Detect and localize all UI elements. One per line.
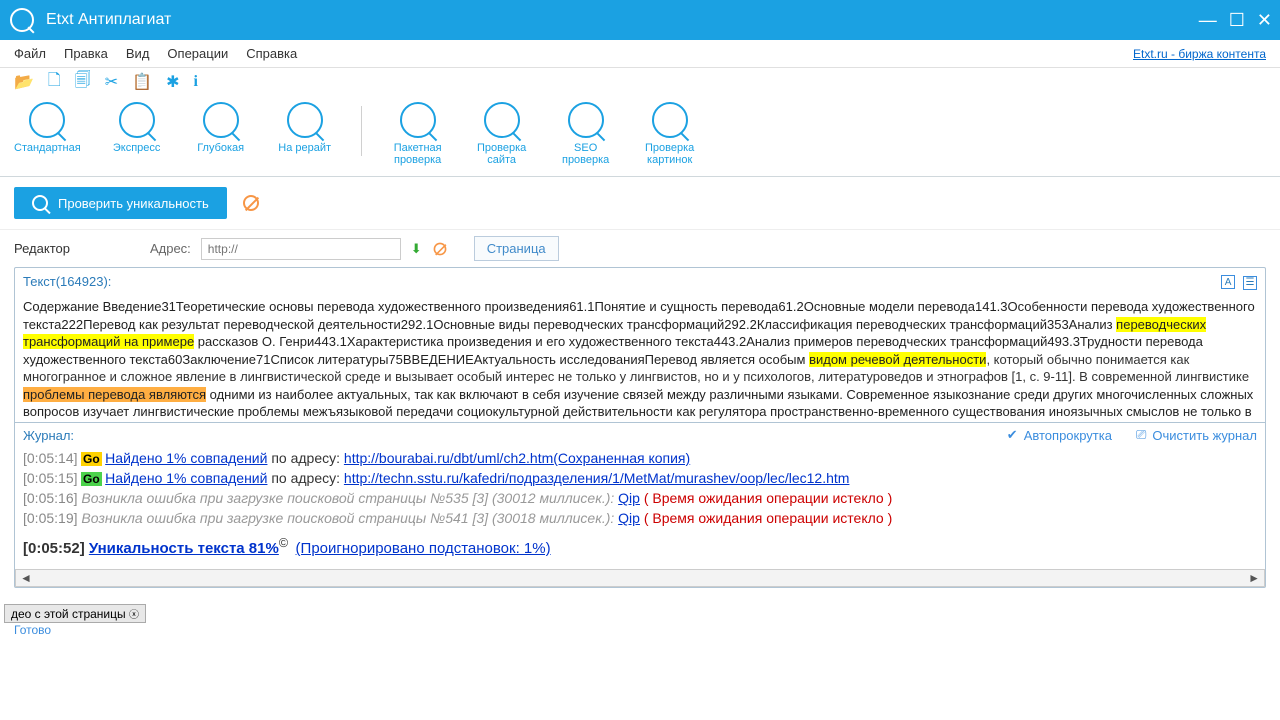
stop-icon-small[interactable] — [433, 242, 446, 255]
magnifier-icon — [400, 102, 436, 138]
app-logo-icon — [10, 8, 34, 32]
magnifier-icon — [568, 102, 604, 138]
magnifier-icon — [119, 102, 155, 138]
log-row: [0:05:15] Go Найдено 1% совпадений по ад… — [23, 469, 1257, 489]
menubar: Файл Правка Вид Операции Справка Etxt.ru… — [0, 40, 1280, 68]
toolbar-big: Стандартная Экспресс Глубокая На рерайт … — [0, 96, 1280, 177]
new-doc-icon[interactable]: 🗋 — [48, 69, 61, 96]
tool-a-icon[interactable]: A — [1221, 275, 1235, 289]
check-standard-button[interactable]: Стандартная — [14, 102, 81, 154]
check-seo-button[interactable]: SEO проверка — [558, 102, 614, 166]
magnifier-icon — [29, 102, 65, 138]
page-tag[interactable]: део с этой страницы ⓧ — [4, 604, 146, 623]
bottombar: део с этой страницы ⓧ Готово — [0, 604, 1280, 637]
uniqueness-result[interactable]: Уникальность текста 81% — [89, 540, 279, 557]
menu-file[interactable]: Файл — [14, 46, 46, 61]
ignored-link[interactable]: (Проигнорировано подстановок: 1%) — [296, 540, 551, 557]
titlebar: Etxt Антиплагиат — ☐ ✕ — [0, 0, 1280, 40]
scroll-left-icon: ◄ — [20, 571, 32, 585]
scroll-right-icon: ► — [1248, 571, 1260, 585]
journal-header: Журнал: ✔Автопрокрутка ⎚Очистить журнал — [15, 422, 1265, 447]
tool-list-icon[interactable]: ☰ — [1243, 276, 1257, 290]
app-title: Etxt Антиплагиат — [46, 11, 171, 29]
addressbar: Редактор Адрес: ⬇ Страница — [0, 230, 1280, 267]
copy-icon[interactable]: 🗐 — [75, 69, 91, 96]
check-site-button[interactable]: Проверка сайта — [474, 102, 530, 166]
magnifier-icon — [484, 102, 520, 138]
check-deep-button[interactable]: Глубокая — [193, 102, 249, 154]
text-panel: Текст(164923): A ☰ Содержание Введение31… — [14, 267, 1266, 588]
stop-icon[interactable] — [243, 195, 259, 211]
download-icon[interactable]: ⬇ — [411, 241, 422, 257]
url-link[interactable]: http://bourabai.ru/dbt/uml/ch2.htm — [344, 450, 553, 466]
match-link[interactable]: Найдено 1% совпадений — [105, 470, 267, 486]
log-row: [0:05:16] Возникла ошибка при загрузке п… — [23, 489, 1257, 509]
highlight: видом речевой деятельности — [809, 352, 986, 367]
log-row: [0:05:14] Go Найдено 1% совпадений по ад… — [23, 449, 1257, 469]
clear-icon: ⎚ — [1136, 427, 1146, 443]
panel-tools: A ☰ — [1221, 272, 1257, 290]
go-badge[interactable]: Go — [81, 472, 102, 486]
actionbar: Проверить уникальность — [0, 177, 1280, 230]
journal-body: [0:05:14] Go Найдено 1% совпадений по ад… — [15, 447, 1265, 567]
menu-view[interactable]: Вид — [126, 46, 150, 61]
highlight: проблемы перевода являются — [23, 387, 206, 402]
separator — [361, 106, 362, 156]
check-images-button[interactable]: Проверка картинок — [642, 102, 698, 166]
match-link[interactable]: Найдено 1% совпадений — [105, 450, 267, 466]
magnifier-icon — [287, 102, 323, 138]
horizontal-scrollbar[interactable]: ◄► — [15, 569, 1265, 587]
magnifier-icon — [203, 102, 239, 138]
toolbar-small: 📂 🗋 🗐 ✂ 📋 ✱ i — [0, 68, 1280, 96]
site-link[interactable]: Etxt.ru - биржа контента — [1133, 47, 1266, 61]
maximize-icon[interactable]: ☐ — [1229, 10, 1245, 31]
menu-help[interactable]: Справка — [246, 46, 297, 61]
minimize-icon[interactable]: — — [1199, 10, 1217, 31]
check-batch-button[interactable]: Пакетная проверка — [390, 102, 446, 166]
url-input[interactable] — [201, 238, 401, 260]
close-icon[interactable]: ✕ — [1257, 10, 1272, 31]
settings-icon[interactable]: ✱ — [166, 72, 179, 92]
menu-edit[interactable]: Правка — [64, 46, 108, 61]
autoscroll-toggle[interactable]: ✔Автопрокрутка — [1007, 427, 1112, 443]
go-badge[interactable]: Go — [81, 452, 102, 466]
editor-label: Редактор — [14, 241, 70, 256]
clear-journal-button[interactable]: ⎚Очистить журнал — [1136, 427, 1257, 443]
cut-icon[interactable]: ✂ — [105, 72, 118, 92]
url-link[interactable]: http://techn.sstu.ru/kafedri/подразделен… — [344, 470, 850, 486]
text-header: Текст(164923): — [23, 274, 111, 289]
check-rewrite-button[interactable]: На рерайт — [277, 102, 333, 154]
log-row: [0:05:19] Возникла ошибка при загрузке п… — [23, 509, 1257, 529]
info-icon[interactable]: i — [194, 73, 198, 91]
page-tab-button[interactable]: Страница — [474, 236, 559, 261]
log-row: [0:05:52] Уникальность текста 81%© (Прои… — [23, 535, 1257, 559]
check-express-button[interactable]: Экспресс — [109, 102, 165, 154]
checkmark-icon: ✔ — [1007, 427, 1018, 443]
menu-ops[interactable]: Операции — [167, 46, 228, 61]
text-body[interactable]: Содержание Введение31Теоретические основ… — [15, 294, 1265, 422]
paste-icon[interactable]: 📋 — [132, 72, 152, 92]
magnifier-icon — [32, 195, 48, 211]
address-label: Адрес: — [150, 241, 191, 256]
magnifier-icon — [652, 102, 688, 138]
check-uniqueness-button[interactable]: Проверить уникальность — [14, 187, 227, 219]
statusbar-text: Готово — [14, 623, 51, 637]
open-folder-icon[interactable]: 📂 — [14, 72, 34, 92]
journal-label: Журнал: — [23, 428, 74, 443]
check-uniqueness-label: Проверить уникальность — [58, 196, 209, 211]
